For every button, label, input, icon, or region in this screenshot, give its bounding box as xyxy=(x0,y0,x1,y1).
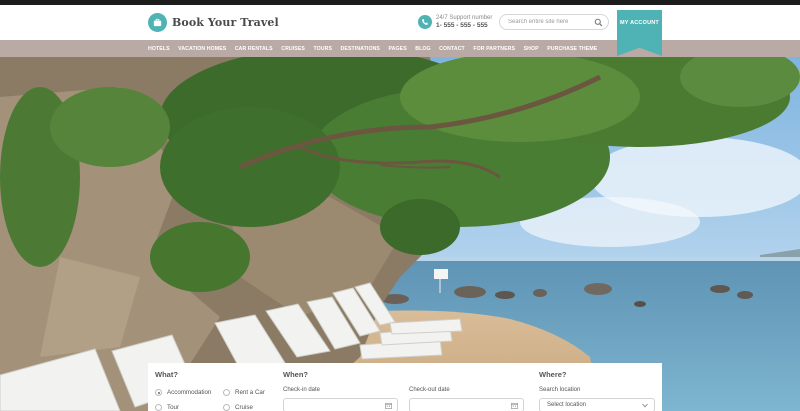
main-nav: HOTELS VACATION HOMES CAR RENTALS CRUISE… xyxy=(0,40,800,57)
nav-item-tours[interactable]: TOURS xyxy=(313,46,332,52)
hero-image xyxy=(0,57,800,411)
location-select-value: Select location xyxy=(547,402,587,408)
site-search xyxy=(499,14,609,30)
location-select[interactable]: Select location xyxy=(539,398,655,411)
checkout-label: Check-out date xyxy=(409,387,450,393)
radio-button[interactable] xyxy=(155,404,162,411)
nav-item-pages[interactable]: PAGES xyxy=(388,46,406,52)
radio-label: Accommodation xyxy=(167,389,212,396)
site-logo[interactable]: Book Your Travel xyxy=(148,13,279,32)
radio-accommodation[interactable]: Accommodation xyxy=(155,389,211,396)
radio-label: Rent a Car xyxy=(235,389,265,396)
checkin-label: Check-in date xyxy=(283,387,321,393)
radio-label: Cruise xyxy=(235,404,253,411)
nav-item-contact[interactable]: CONTACT xyxy=(439,46,465,52)
radio-button[interactable] xyxy=(223,404,230,411)
nav-item-shop[interactable]: SHOP xyxy=(524,46,539,52)
support-number[interactable]: 1- 555 - 555 - 555 xyxy=(436,22,492,30)
chevron-down-icon[interactable] xyxy=(642,403,648,408)
radio-tour[interactable]: Tour xyxy=(155,404,179,411)
support-label: 24/7 Support number xyxy=(436,15,493,21)
when-title: When? xyxy=(283,370,308,379)
radio-rent-a-car[interactable]: Rent a Car xyxy=(223,389,265,396)
suitcase-icon xyxy=(148,13,167,32)
nav-item-cruises[interactable]: CRUISES xyxy=(281,46,305,52)
search-panel: What? Accommodation Rent a Car Tour Crui… xyxy=(148,363,662,411)
search-icon[interactable] xyxy=(594,18,603,27)
nav-item-hotels[interactable]: HOTELS xyxy=(148,46,170,52)
phone-icon xyxy=(418,15,432,29)
radio-label: Tour xyxy=(167,404,180,411)
location-label: Search location xyxy=(539,387,581,393)
site-header: Book Your Travel 24/7 Support number 1- … xyxy=(0,5,800,56)
nav-item-blog[interactable]: BLOG xyxy=(415,46,430,52)
what-title: What? xyxy=(155,370,178,379)
checkin-date-field[interactable] xyxy=(283,398,398,411)
nav-item-vacation-homes[interactable]: VACATION HOMES xyxy=(178,46,226,52)
brand-name: Book Your Travel xyxy=(172,16,279,29)
nav-item-destinations[interactable]: DESTINATIONS xyxy=(341,46,380,52)
nav-item-purchase-theme[interactable]: PURCHASE THEME xyxy=(547,46,597,52)
my-account-label: MY ACCOUNT xyxy=(620,20,659,26)
calendar-icon[interactable] xyxy=(511,402,518,409)
support-contact: 24/7 Support number 1- 555 - 555 - 555 xyxy=(418,14,492,30)
checkout-date-field[interactable] xyxy=(409,398,524,411)
radio-button[interactable] xyxy=(223,389,230,396)
radio-button[interactable] xyxy=(155,389,162,396)
calendar-icon[interactable] xyxy=(385,402,392,409)
where-title: Where? xyxy=(539,370,567,379)
radio-cruise[interactable]: Cruise xyxy=(223,404,253,411)
search-input[interactable] xyxy=(508,17,592,27)
nav-item-car-rentals[interactable]: CAR RENTALS xyxy=(235,46,273,52)
nav-item-for-partners[interactable]: FOR PARTNERS xyxy=(473,46,515,52)
beach-scene-image xyxy=(0,57,800,411)
